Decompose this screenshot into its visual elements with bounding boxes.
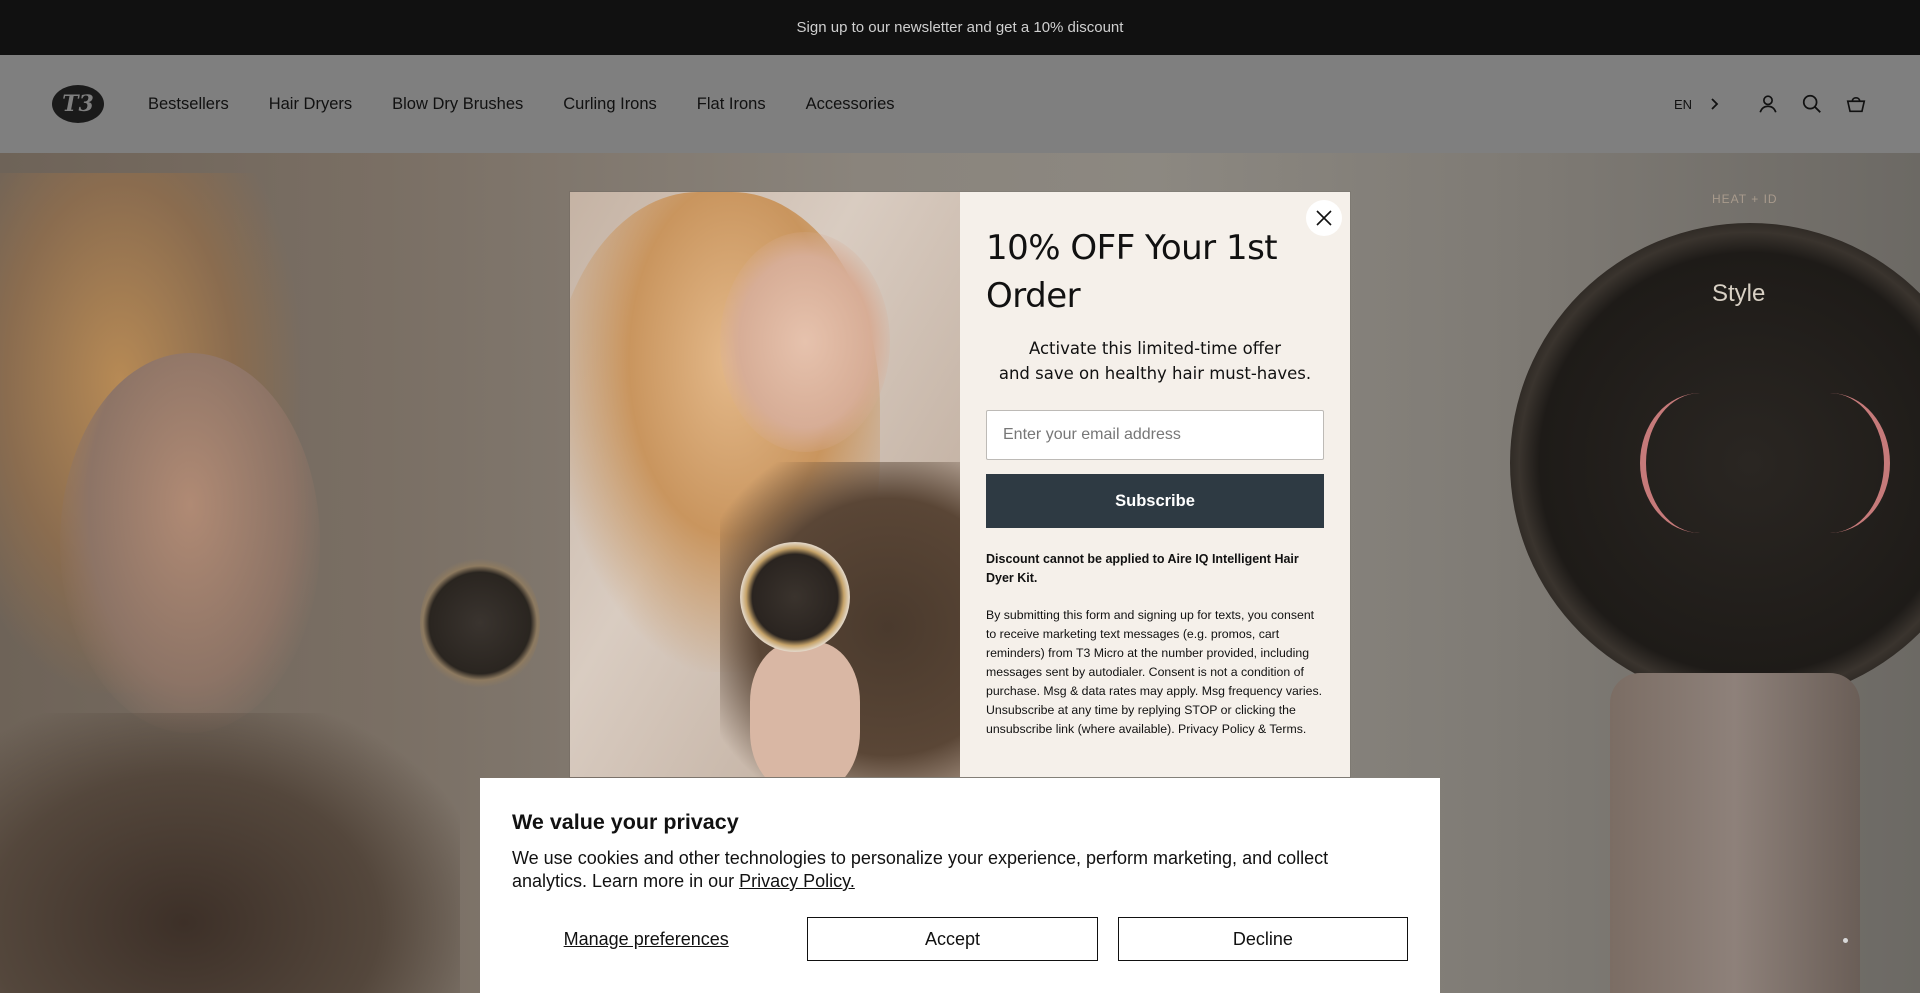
- popup-model-image: [570, 192, 960, 777]
- hero-dryer-small: [420, 553, 540, 693]
- hero-model-dress: [0, 713, 460, 993]
- hero-model-face: [60, 353, 320, 733]
- popup-image-face: [720, 232, 890, 452]
- site-header: T3 Bestsellers Hair Dryers Blow Dry Brus…: [0, 55, 1920, 153]
- manage-preferences-link[interactable]: Manage preferences: [512, 929, 780, 950]
- privacy-policy-link[interactable]: Privacy Policy.: [739, 871, 855, 891]
- popup-title: 10% OFF Your 1st Order: [986, 228, 1278, 316]
- nav-flat-irons[interactable]: Flat Irons: [697, 95, 766, 114]
- accept-button[interactable]: Accept: [807, 917, 1098, 961]
- carousel-dot[interactable]: [1843, 938, 1848, 943]
- decline-button[interactable]: Decline: [1117, 917, 1408, 961]
- cookie-text: We use cookies and other technologies to…: [512, 847, 1408, 893]
- newsletter-popup: 10% OFF Your 1st Order Activate this lim…: [570, 192, 1350, 777]
- cookie-title: We value your privacy: [512, 810, 739, 834]
- nav-blow-dry-brushes[interactable]: Blow Dry Brushes: [392, 95, 523, 114]
- popup-image-dryer: [740, 542, 850, 652]
- popup-image-hand: [750, 642, 860, 777]
- popup-form: 10% OFF Your 1st Order Activate this lim…: [960, 192, 1350, 777]
- cookie-actions: Manage preferences Accept Decline: [512, 917, 1408, 961]
- close-icon[interactable]: [1306, 200, 1342, 236]
- cart-icon[interactable]: [1844, 92, 1868, 116]
- search-icon[interactable]: [1800, 92, 1824, 116]
- subscribe-button[interactable]: Subscribe: [986, 474, 1324, 528]
- t3-logo[interactable]: T3: [52, 85, 104, 123]
- main-nav: Bestsellers Hair Dryers Blow Dry Brushes…: [148, 95, 935, 114]
- nav-accessories[interactable]: Accessories: [806, 95, 895, 114]
- cookie-banner: We value your privacy We use cookies and…: [480, 778, 1440, 993]
- dial-arc-right: [1770, 393, 1890, 533]
- sms-consent-text: By submitting this form and signing up f…: [986, 608, 1323, 736]
- discount-note: Discount cannot be applied to Aire IQ In…: [986, 552, 1299, 585]
- account-icon[interactable]: [1756, 92, 1780, 116]
- nav-bestsellers[interactable]: Bestsellers: [148, 95, 229, 114]
- header-actions: EN: [1674, 92, 1868, 116]
- chevron-right-icon[interactable]: [1706, 92, 1722, 116]
- announcement-bar: Sign up to our newsletter and get a 10% …: [0, 0, 1920, 55]
- dial-arc-left: [1640, 393, 1760, 533]
- popup-subtitle-line1: Activate this limited-time offer: [1028, 339, 1281, 358]
- email-input[interactable]: [986, 410, 1324, 460]
- language-selector[interactable]: EN: [1674, 97, 1692, 112]
- popup-subtitle-line2: and save on healthy hair must-haves.: [998, 364, 1312, 383]
- cookie-description: We use cookies and other technologies to…: [512, 848, 1329, 891]
- popup-subtitle: Activate this limited-time offer and sav…: [986, 336, 1324, 386]
- nav-hair-dryers[interactable]: Hair Dryers: [269, 95, 352, 114]
- announcement-text[interactable]: Sign up to our newsletter and get a 10% …: [797, 19, 1124, 36]
- nav-curling-irons[interactable]: Curling Irons: [563, 95, 657, 114]
- dial-top-label: HEAT + ID: [1712, 192, 1778, 206]
- hero-dryer-handle: [1610, 673, 1860, 993]
- dial-style-label: Style: [1712, 280, 1766, 307]
